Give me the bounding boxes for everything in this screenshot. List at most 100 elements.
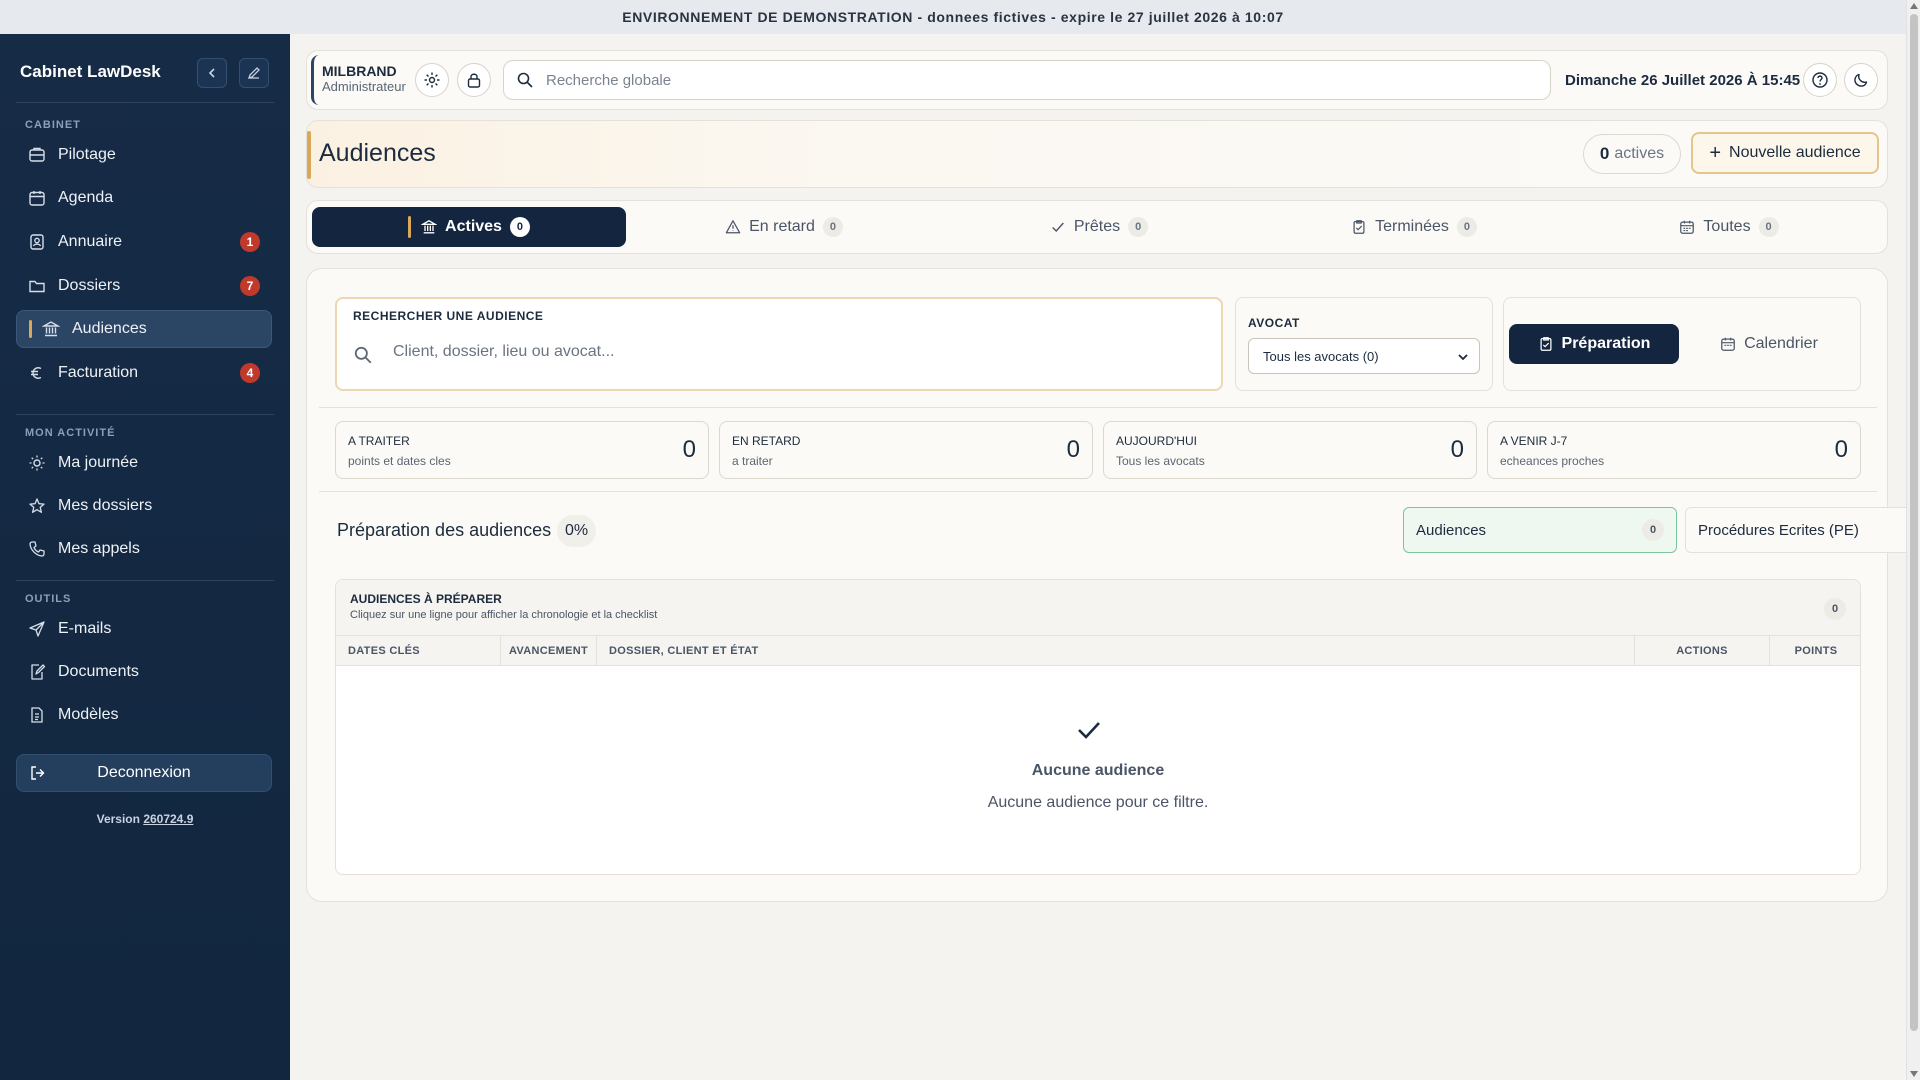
sidebar-item-label: Documents	[58, 663, 139, 680]
collapse-sidebar-button[interactable]	[197, 58, 227, 88]
sidebar: Cabinet LawDesk CABINET Pilotage Agenda …	[0, 34, 290, 1080]
preparation-title: Préparation des audiences	[337, 520, 552, 540]
stat-a-traiter[interactable]: A TRAITER points et dates cles 0	[335, 421, 709, 479]
actives-count-pill: 0 actives	[1583, 134, 1681, 174]
column-avancement[interactable]: AVANCEMENT	[501, 636, 597, 666]
global-search[interactable]	[503, 60, 1551, 100]
segment-procedures-ecrites[interactable]: Procédures Ecrites (PE) 0	[1685, 507, 1920, 553]
stat-title: A VENIR J-7	[1500, 434, 1568, 448]
app-version: Version 260724.9	[0, 812, 290, 826]
page-header: Audiences 0 actives + Nouvelle audience	[306, 120, 1888, 188]
sidebar-item-agenda[interactable]: Agenda	[16, 179, 272, 217]
facturation-badge: 4	[240, 363, 260, 383]
sidebar-item-label: E-mails	[58, 620, 112, 637]
audience-search-card: RECHERCHER UNE AUDIENCE	[335, 297, 1223, 391]
stat-title: EN RETARD	[732, 434, 801, 448]
chevron-down-icon	[1458, 354, 1468, 361]
clipboard-check-icon	[1353, 220, 1365, 234]
check-icon	[1078, 722, 1100, 739]
stat-value: 0	[1834, 436, 1848, 463]
view-calendrier-label: Calendrier	[1744, 335, 1818, 352]
current-datetime: Dimanche 26 Juillet 2026 À 15:45	[1565, 72, 1801, 89]
sidebar-item-label: Pilotage	[58, 146, 116, 163]
column-points[interactable]: POINTS	[1770, 636, 1860, 666]
moon-icon	[1854, 73, 1868, 87]
sidebar-item-pilotage[interactable]: Pilotage	[16, 136, 272, 174]
sidebar-item-e-mails[interactable]: E-mails	[16, 610, 272, 648]
divider	[319, 407, 1877, 408]
avocat-select[interactable]: Tous les avocats (0)	[1248, 338, 1480, 374]
sidebar-item-modeles[interactable]: Modèles	[16, 696, 272, 734]
column-actions[interactable]: ACTIONS	[1635, 636, 1770, 666]
sidebar-item-mes-dossiers[interactable]: Mes dossiers	[16, 487, 272, 525]
table-title: AUDIENCES À PRÉPARER	[350, 592, 502, 606]
scroll-thumb[interactable]	[1910, 14, 1918, 1031]
active-indicator	[408, 216, 412, 238]
section-label-activite: MON ACTIVITÉ	[25, 427, 116, 439]
audience-search-input[interactable]	[393, 343, 1173, 361]
lock-icon	[467, 73, 481, 88]
segment-audiences[interactable]: Audiences 0	[1403, 507, 1677, 553]
sidebar-item-facturation[interactable]: Facturation 4	[16, 354, 272, 392]
tab-count: 0	[1758, 217, 1779, 237]
view-preparation-label: Préparation	[1561, 335, 1651, 352]
sidebar-item-annuaire[interactable]: Annuaire 1	[16, 223, 272, 261]
table-header: AUDIENCES À PRÉPARER Cliquez sur une lig…	[336, 580, 1860, 636]
tab-en-retard[interactable]: En retard 0	[627, 207, 941, 247]
logout-button[interactable]: Deconnexion	[16, 754, 272, 792]
stat-a-venir[interactable]: A VENIR J-7 echeances proches 0	[1487, 421, 1861, 479]
sidebar-divider	[16, 414, 274, 415]
empty-state-title: Aucune audience	[1031, 762, 1165, 779]
new-audience-button[interactable]: + Nouvelle audience	[1691, 132, 1879, 174]
view-preparation-button[interactable]: Préparation	[1509, 324, 1679, 364]
view-switcher: Préparation Calendrier	[1503, 297, 1861, 391]
user-block[interactable]: MILBRAND Administrateur	[311, 55, 481, 105]
sidebar-item-mes-appels[interactable]: Mes appels	[16, 530, 272, 568]
clipboard-check-icon	[1540, 337, 1552, 351]
table-columns: DATES CLÉS AVANCEMENT DOSSIER, CLIENT ET…	[336, 636, 1860, 666]
tab-actives[interactable]: Actives 0	[312, 207, 626, 247]
segment-count: 0	[1642, 519, 1664, 541]
sidebar-item-dossiers[interactable]: Dossiers 7	[16, 267, 272, 305]
tab-pretes[interactable]: Prêtes 0	[942, 207, 1256, 247]
global-search-input[interactable]	[546, 71, 1446, 89]
table-subtitle: Cliquez sur une ligne pour afficher la c…	[350, 609, 658, 621]
avocat-filter-card: AVOCAT Tous les avocats (0)	[1235, 297, 1493, 391]
folder-icon	[29, 280, 45, 293]
actives-count: 0	[1599, 144, 1610, 163]
audiences-table: AUDIENCES À PRÉPARER Cliquez sur une lig…	[335, 579, 1861, 875]
page-scrollbar[interactable]	[1906, 0, 1920, 1080]
stat-subtitle: points et dates cles	[348, 454, 451, 468]
view-calendrier-button[interactable]: Calendrier	[1684, 324, 1854, 364]
theme-toggle-button[interactable]	[1844, 63, 1878, 97]
new-audience-label: Nouvelle audience	[1729, 144, 1861, 161]
sidebar-item-label: Annuaire	[58, 233, 123, 250]
tab-terminees[interactable]: Terminées 0	[1257, 207, 1571, 247]
tab-label: En retard	[749, 218, 815, 235]
courthouse-icon	[421, 220, 438, 234]
sidebar-item-label: Agenda	[58, 189, 114, 206]
column-dates-cles[interactable]: DATES CLÉS	[336, 636, 501, 666]
stat-subtitle: echeances proches	[1500, 454, 1605, 468]
tab-toutes[interactable]: Toutes 0	[1572, 207, 1886, 247]
avocat-label: AVOCAT	[1248, 316, 1300, 330]
version-link[interactable]: 260724.9	[143, 812, 193, 826]
lock-button[interactable]	[457, 63, 491, 97]
stat-aujourdhui[interactable]: AUJOURD'HUI Tous les avocats 0	[1103, 421, 1477, 479]
top-bar: MILBRAND Administrateur Dimanche 26 Juil…	[306, 50, 1888, 110]
search-icon	[517, 72, 533, 88]
scroll-up-arrow-icon[interactable]	[1910, 3, 1918, 9]
stat-en-retard[interactable]: EN RETARD a traiter 0	[719, 421, 1093, 479]
help-button[interactable]	[1803, 63, 1837, 97]
settings-button[interactable]	[415, 63, 449, 97]
edit-button[interactable]	[239, 58, 269, 88]
sidebar-item-ma-journee[interactable]: Ma journée	[16, 444, 272, 482]
sidebar-item-audiences[interactable]: Audiences	[16, 310, 272, 348]
annuaire-badge: 1	[240, 232, 260, 252]
stat-subtitle: Tous les avocats	[1116, 454, 1205, 468]
column-dossier-client-etat[interactable]: DOSSIER, CLIENT ET ÉTAT	[597, 636, 1635, 666]
sidebar-item-documents[interactable]: Documents	[16, 653, 272, 691]
send-icon	[29, 621, 45, 637]
preparation-percent: 0%	[557, 515, 597, 547]
scroll-down-arrow-icon[interactable]	[1910, 1071, 1918, 1077]
